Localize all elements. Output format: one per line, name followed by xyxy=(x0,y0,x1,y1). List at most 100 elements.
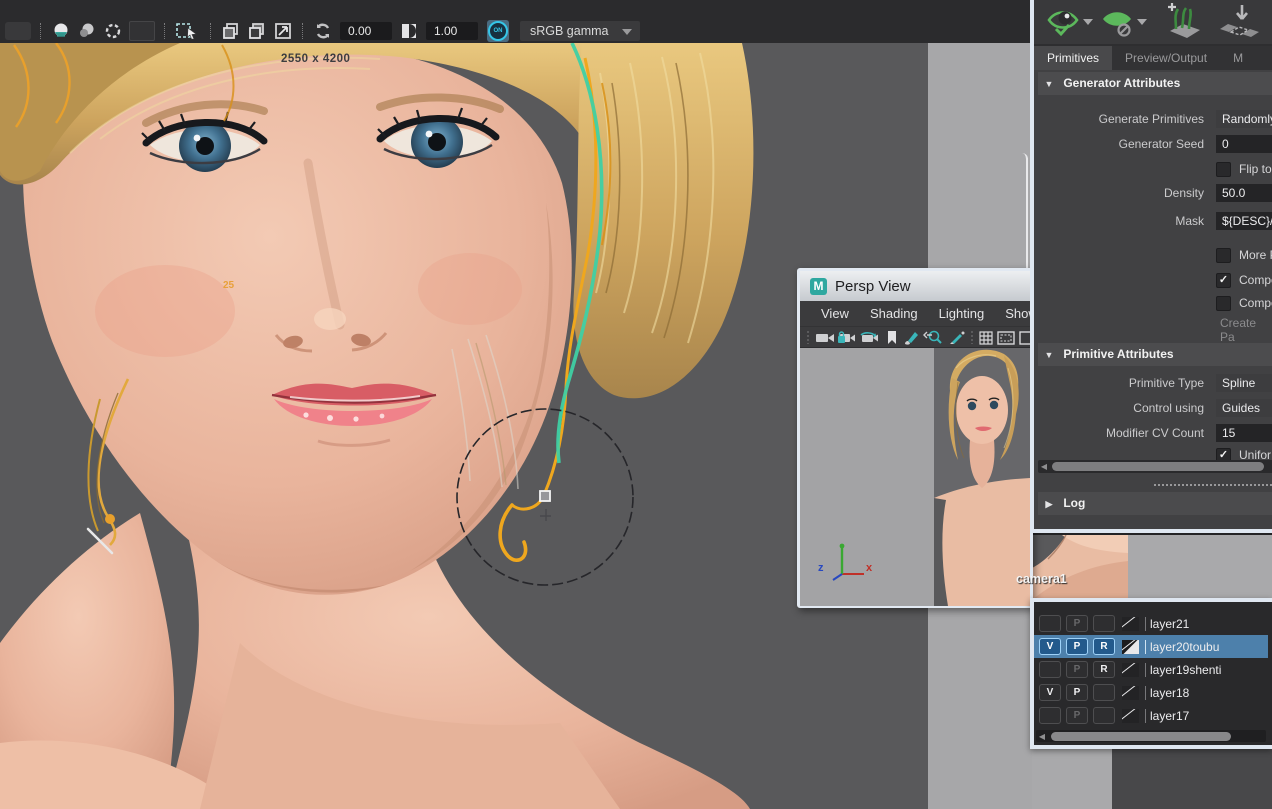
visibility-toggle[interactable]: V xyxy=(1039,638,1061,655)
menu-shading[interactable]: Shading xyxy=(870,306,918,321)
snapshot-icon[interactable] xyxy=(103,22,123,40)
collapsed-triangle-icon: ▶ xyxy=(1045,499,1053,509)
on-badge: ON xyxy=(488,21,508,41)
playback-toggle[interactable]: P xyxy=(1066,707,1088,724)
layer-row[interactable]: P R layer19shenti xyxy=(1034,658,1268,681)
compensate2-checkbox[interactable] xyxy=(1216,295,1231,311)
keep-image-icon[interactable] xyxy=(221,22,241,40)
playback-toggle[interactable]: P xyxy=(1066,615,1088,632)
persp-window-title: Persp View xyxy=(835,277,911,295)
colorspace-dropdown[interactable]: sRGB gamma xyxy=(520,21,640,41)
layer-row[interactable]: P layer17 xyxy=(1034,704,1268,727)
control-using-dropdown[interactable]: Guides xyxy=(1216,399,1272,417)
hide-hair-eye-icon[interactable] xyxy=(1100,5,1134,39)
background-camera-strip xyxy=(1032,533,1272,602)
reference-toggle[interactable] xyxy=(1093,615,1115,632)
import-to-surface-icon[interactable] xyxy=(1218,3,1262,41)
reference-toggle[interactable] xyxy=(1093,707,1115,724)
tab-clipped[interactable]: M xyxy=(1220,46,1256,70)
reference-toggle[interactable]: R xyxy=(1093,661,1115,678)
persp-view-window: M Persp View View Shading Lighting Show xyxy=(797,268,1038,608)
section-title: Generator Attributes xyxy=(1063,76,1181,90)
scroll-left-arrow-icon[interactable]: ◀ xyxy=(1038,462,1050,471)
render-viewport[interactable]: 2550 x 4200 xyxy=(0,43,928,809)
primitive-type-dropdown[interactable]: Spline xyxy=(1216,374,1272,392)
render-icon[interactable] xyxy=(51,22,71,40)
layer-color-swatch[interactable] xyxy=(1122,662,1139,677)
modifier-cv-count-input[interactable]: 15 xyxy=(1216,424,1272,442)
scrollbar-thumb[interactable] xyxy=(1052,462,1264,471)
chevron-down-icon[interactable] xyxy=(1137,19,1147,25)
color-management-toggle[interactable]: ON xyxy=(487,20,509,42)
visibility-toggle[interactable] xyxy=(1039,615,1061,632)
mask-input[interactable]: ${DESC}/p xyxy=(1216,212,1272,230)
flip-checkbox[interactable] xyxy=(1216,161,1231,177)
mini-model-image xyxy=(934,348,1030,606)
scrollbar-thumb[interactable] xyxy=(1051,731,1231,741)
layer-name[interactable]: layer20toubu xyxy=(1145,639,1219,654)
visibility-toggle[interactable] xyxy=(1039,661,1061,678)
persp-title-bar[interactable]: M Persp View xyxy=(800,271,1030,301)
inactive-tool-icon[interactable] xyxy=(5,22,31,40)
density-input[interactable]: 50.0 xyxy=(1216,184,1272,202)
more-checkbox[interactable] xyxy=(1216,247,1231,263)
axis-z-label: z xyxy=(818,562,824,574)
open-image-icon[interactable] xyxy=(273,22,293,40)
grid-icon xyxy=(979,331,993,345)
generate-primitives-dropdown[interactable]: Randomly xyxy=(1216,110,1272,128)
add-guides-icon[interactable] xyxy=(1162,3,1204,41)
layer-name[interactable]: layer21 xyxy=(1145,616,1189,631)
refresh-icon[interactable] xyxy=(313,22,333,40)
layer-row[interactable]: V P layer18 xyxy=(1034,681,1268,704)
exposure-field[interactable]: 0.00 xyxy=(340,22,392,40)
layer-name[interactable]: layer17 xyxy=(1145,708,1189,723)
generator-attributes-header[interactable]: ▼ Generator Attributes xyxy=(1038,72,1272,95)
render-region-icon[interactable] xyxy=(129,21,155,41)
field-label: Primitive Type xyxy=(1128,376,1204,390)
playback-toggle[interactable]: P xyxy=(1066,661,1088,678)
visibility-toggle[interactable] xyxy=(1039,707,1061,724)
menu-view[interactable]: View xyxy=(821,306,849,321)
layer-horizontal-scrollbar[interactable]: ◀ xyxy=(1036,730,1266,742)
show-guides-eye-icon[interactable] xyxy=(1046,5,1080,39)
select-region-icon[interactable] xyxy=(175,22,201,40)
layer-row-selected[interactable]: V P R layer20toubu xyxy=(1034,635,1268,658)
generator-seed-input[interactable]: 0 xyxy=(1216,135,1272,153)
desktop-light-area xyxy=(1032,745,1112,809)
layer-editor-window: P layer21 V P R layer20toubu P R layer19… xyxy=(1030,598,1272,749)
panel-horizontal-scrollbar[interactable]: ◀ xyxy=(1038,460,1272,473)
playback-toggle[interactable]: P xyxy=(1066,684,1088,701)
field-label: Density xyxy=(1163,186,1204,200)
contrast-icon[interactable] xyxy=(399,22,419,40)
persp-camera-pane[interactable] xyxy=(934,348,1030,606)
ipr-render-icon[interactable] xyxy=(77,22,97,40)
compensate-checkbox[interactable]: ✓ xyxy=(1216,272,1231,288)
primitive-attributes-header[interactable]: ▼ Primitive Attributes xyxy=(1038,343,1272,366)
tab-primitives[interactable]: Primitives xyxy=(1034,46,1113,70)
layer-name[interactable]: layer18 xyxy=(1145,685,1189,700)
colorspace-value: sRGB gamma xyxy=(530,24,609,38)
playback-toggle[interactable]: P xyxy=(1066,638,1088,655)
remove-image-icon[interactable] xyxy=(247,22,267,40)
log-section-header[interactable]: ▶ Log xyxy=(1038,492,1272,515)
chevron-down-icon[interactable] xyxy=(1083,19,1093,25)
gamma-field[interactable]: 1.00 xyxy=(426,22,478,40)
reference-toggle[interactable] xyxy=(1093,684,1115,701)
reference-toggle[interactable]: R xyxy=(1093,638,1115,655)
resolution-label: 2550 x 4200 xyxy=(281,53,351,65)
create-button-disabled: Create Pa xyxy=(1220,316,1257,344)
menu-lighting[interactable]: Lighting xyxy=(939,306,985,321)
layer-color-swatch[interactable] xyxy=(1122,616,1139,631)
scroll-left-arrow-icon[interactable]: ◀ xyxy=(1036,732,1048,741)
persp-viewport[interactable]: z x xyxy=(800,347,1030,606)
check-icon: ✓ xyxy=(1218,273,1229,286)
visibility-toggle[interactable]: V xyxy=(1039,684,1061,701)
layer-row[interactable]: P layer21 xyxy=(1034,612,1268,635)
checkbox-label: Compe xyxy=(1239,296,1272,310)
layer-color-swatch[interactable] xyxy=(1122,639,1139,654)
layer-color-swatch[interactable] xyxy=(1122,708,1139,723)
layer-color-swatch[interactable] xyxy=(1122,685,1139,700)
tab-preview-output[interactable]: Preview/Output xyxy=(1112,46,1220,70)
render-view-toolbar: 0.00 1.00 ON sRGB gamma xyxy=(0,0,1032,43)
layer-name[interactable]: layer19shenti xyxy=(1145,662,1221,677)
